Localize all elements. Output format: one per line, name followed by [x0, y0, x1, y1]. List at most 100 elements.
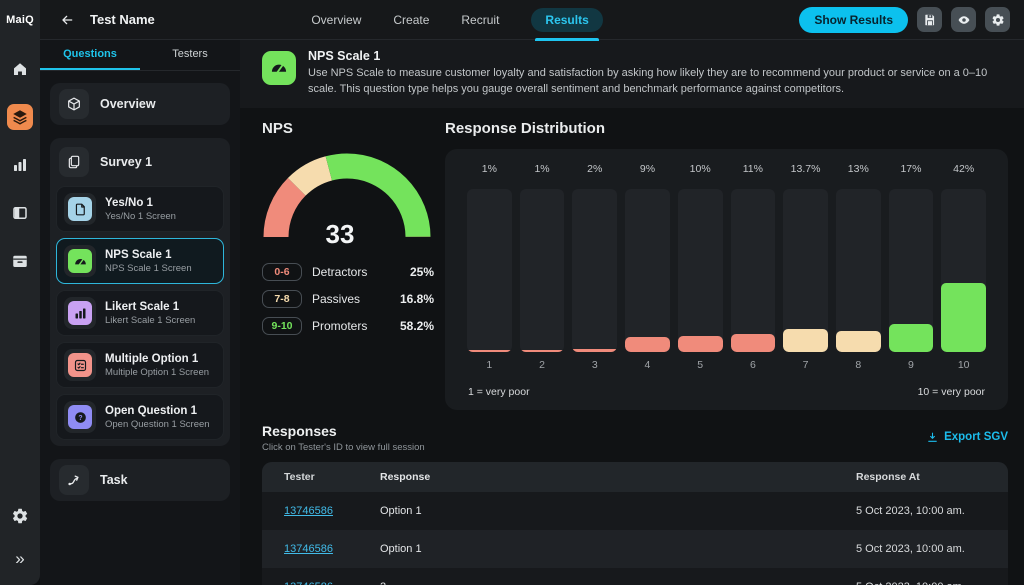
bar-category-label: 1: [486, 359, 492, 371]
tester-id-link[interactable]: 13746586: [284, 505, 333, 517]
responses-title: Responses: [262, 423, 425, 439]
question-item-title: NPS Scale 1: [105, 249, 192, 261]
svg-text:?: ?: [78, 414, 82, 421]
legend-range-badge: 0-6: [262, 263, 302, 281]
legend-row-detractors: 0-6Detractors25%: [262, 263, 434, 281]
bar-track: [572, 189, 617, 352]
bar-value-label: 13.7%: [791, 163, 821, 175]
bar-value-label: 9%: [640, 163, 655, 175]
show-results-button[interactable]: Show Results: [799, 7, 908, 33]
question-item-title: Multiple Option 1: [105, 353, 209, 365]
layers-icon[interactable]: [7, 104, 33, 130]
column-response: Response: [380, 471, 856, 483]
bar-track: [783, 189, 828, 352]
bar: [625, 337, 670, 352]
chart-column-2: 1%2: [520, 163, 565, 371]
bar: [572, 349, 617, 352]
chart-column-1: 1%1: [467, 163, 512, 371]
export-csv-button[interactable]: Export SGV: [926, 431, 1008, 444]
bar-category-label: 8: [855, 359, 861, 371]
sidebar-item-overview[interactable]: Overview: [50, 83, 230, 125]
gear-icon[interactable]: [7, 503, 33, 529]
tab-overview[interactable]: Overview: [311, 13, 361, 27]
sidebar-item-yes-no-1[interactable]: Yes/No 1 Yes/No 1 Screen: [56, 186, 224, 232]
nps-section: NPS 33 0-6Detractors25%7-8Passives16.8%9…: [262, 120, 430, 410]
bar-value-label: 2%: [587, 163, 602, 175]
tab-create[interactable]: Create: [393, 13, 429, 27]
bar-track: [467, 189, 512, 352]
panel-tabs: QuestionsTesters: [40, 40, 240, 71]
archive-icon[interactable]: [7, 248, 33, 274]
chart-column-4: 9% 4: [625, 163, 670, 371]
table-header: Tester Response Response At: [262, 462, 1008, 492]
sidebar-item-likert-scale-1[interactable]: Likert Scale 1Likert Scale 1 Screen: [56, 290, 224, 336]
cube-icon: [59, 89, 89, 119]
download-icon: [926, 431, 939, 444]
topbar-actions: Show Results: [799, 7, 1010, 33]
bar: [467, 350, 512, 352]
question-item-title: Yes/No 1: [105, 197, 176, 209]
sidebar-item-task[interactable]: Task: [50, 459, 230, 501]
legend-range-badge: 9-10: [262, 317, 302, 335]
distribution-section: Response Distribution 1%11%22%39%410%511…: [445, 120, 1008, 410]
question-item-subtitle: Yes/No 1 Screen: [105, 211, 176, 222]
bar: [731, 334, 776, 352]
response-at-cell: 5 Oct 2023, 10:00 am.: [856, 543, 984, 555]
response-cell: Option 1: [380, 543, 856, 555]
app-logo: MaiQ: [0, 0, 40, 40]
collapse-icon[interactable]: »: [7, 545, 33, 571]
bar-track: [625, 189, 670, 352]
bar-value-label: 1%: [534, 163, 549, 175]
gauge-icon: [262, 51, 296, 85]
legend-label: Passives: [312, 292, 400, 306]
question-item-subtitle: Multiple Option 1 Screen: [105, 367, 209, 378]
tab-recruit[interactable]: Recruit: [461, 13, 499, 27]
legend-row-passives: 7-8Passives16.8%: [262, 290, 434, 308]
bar-category-label: 4: [645, 359, 651, 371]
panel-tab-testers[interactable]: Testers: [140, 40, 240, 70]
layout-icon[interactable]: [7, 200, 33, 226]
tester-id-link[interactable]: 13746586: [284, 543, 333, 555]
sidebar-item-survey[interactable]: Survey 1: [56, 144, 224, 180]
response-cell: Option 1: [380, 505, 856, 517]
bar-value-label: 10%: [690, 163, 711, 175]
gauge-icon: [64, 245, 96, 277]
sidebar-item-open-question-1[interactable]: ?Open Question 1Open Question 1 Screen: [56, 394, 224, 440]
legend-label: Detractors: [312, 265, 410, 279]
analytics-icon[interactable]: [7, 152, 33, 178]
legend-range-badge: 7-8: [262, 290, 302, 308]
bar-value-label: 17%: [900, 163, 921, 175]
panel-tab-questions[interactable]: Questions: [40, 40, 140, 70]
column-tester: Tester: [284, 471, 380, 483]
home-icon[interactable]: [7, 56, 33, 82]
topbar: MaiQ Test Name Overview Create Recruit Resu…: [0, 0, 1024, 40]
bar-category-label: 10: [958, 359, 970, 371]
topbar-icon-buttons: [908, 7, 1010, 32]
sidebar-item-multiple-option-1[interactable]: Multiple Option 1 Multiple Option 1 Scree…: [56, 342, 224, 388]
test-name-title: Test Name: [90, 12, 155, 27]
bar-category-label: 3: [592, 359, 598, 371]
back-button[interactable]: [56, 9, 78, 31]
chart-column-8: 13%8: [836, 163, 881, 371]
save-icon[interactable]: [917, 7, 942, 32]
table-row: 1374658625 Oct 2023, 10:00 am.: [262, 568, 1008, 585]
bar-category-label: 6: [750, 359, 756, 371]
chart-column-9: 17% 9: [889, 163, 934, 371]
nps-score: 33: [262, 219, 418, 250]
tab-results[interactable]: Results: [531, 8, 602, 32]
document-icon: [64, 193, 96, 225]
bar-track: [889, 189, 934, 352]
bar-track: [520, 189, 565, 352]
chart-columns: 1%11%22%39%410%511%613.7%713%817%942%10: [467, 163, 986, 371]
sidebar-item-nps-scale-1[interactable]: NPS Scale 1NPS Scale 1 Screen: [56, 238, 224, 284]
eye-icon[interactable]: [951, 7, 976, 32]
rail-bottom: »: [7, 503, 33, 571]
bar-category-label: 9: [908, 359, 914, 371]
tester-id-link[interactable]: 13746586: [284, 581, 333, 585]
chart-column-5: 10%5: [678, 163, 723, 371]
scale-max-label: 10 = very poor: [918, 386, 985, 398]
checklist-icon: [64, 349, 96, 381]
gear-icon[interactable]: [985, 7, 1010, 32]
responses-table: Tester Response Response At 13746586 Opti…: [262, 462, 1008, 585]
overview-label: Overview: [100, 97, 156, 111]
